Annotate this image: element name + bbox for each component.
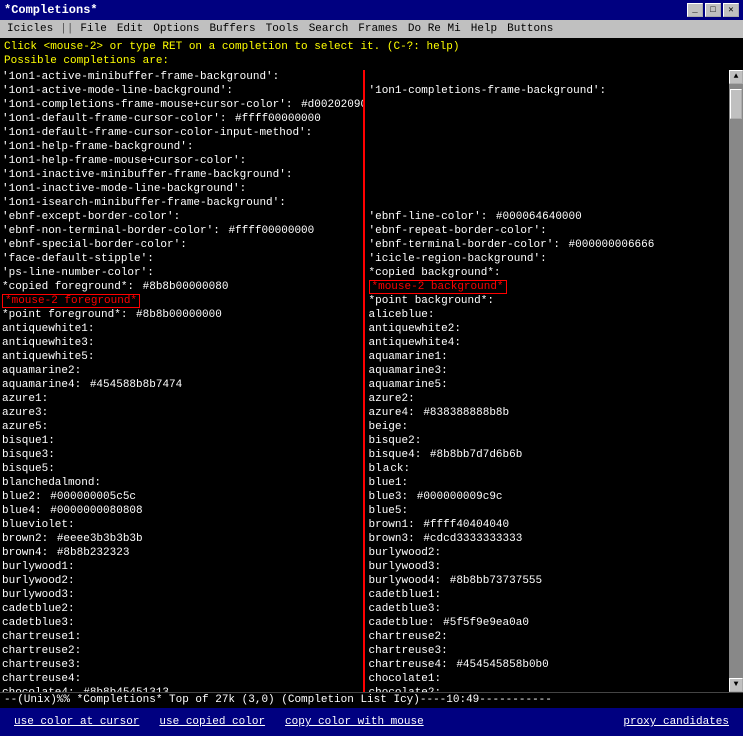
- row-30: blanchedalmond: #ffffebedb5b5cd blue1:: [2, 476, 727, 490]
- info-section: Click <mouse-2> or type RET on a complet…: [0, 38, 743, 70]
- info-line1: Click <mouse-2> or type RET on a complet…: [4, 40, 739, 54]
- main-area: '1on1-active-minibuffer-frame-background…: [0, 70, 743, 692]
- row-33: blueviolet: #8a8a2b2be2e2 brown1: #ffff4…: [2, 518, 727, 532]
- row-21: antiquewhite5: #f5f5f5f5dcdc aquamarine1…: [2, 350, 727, 364]
- row-13: 'ebnf-special-border-color': 'ebnf-termi…: [2, 238, 727, 252]
- row-19: antiquewhite1: #ffffefefdbbdb antiquewhi…: [2, 322, 727, 336]
- row-37: burlywood2: #cdcdcdcd7a7a7a7 burlywood4:…: [2, 574, 727, 588]
- menu-file[interactable]: File: [75, 22, 111, 36]
- row-32: blue4: #0000000080808 blue5:: [2, 504, 727, 518]
- row-29: bisque5: #ffffe4e4c4c4 black:: [2, 462, 727, 476]
- action-use-copied-color[interactable]: use copied color: [149, 714, 275, 730]
- info-line2: Possible completions are:: [4, 54, 739, 68]
- row-23: aquamarine4: #454588b8b7474 aquamarine5:…: [2, 378, 727, 392]
- scroll-track[interactable]: [729, 84, 743, 678]
- row-22: aquamarine2: #76766666eeec6 aquamarine3:…: [2, 364, 727, 378]
- action-copy-color-with-mouse[interactable]: copy color with mouse: [275, 714, 434, 730]
- row-17: *mouse-2 foreground* *point background*:…: [2, 294, 727, 308]
- row-15: 'ps-line-number-color': *copied backgrou…: [2, 266, 727, 280]
- row-11: 'ebnf-except-border-color': 'ebnf-line-c…: [2, 210, 727, 224]
- row-10: '1on1-isearch-minibuffer-frame-backgroun…: [2, 196, 727, 210]
- minimize-button[interactable]: _: [687, 3, 703, 17]
- row-40: cadetblue3: #535353868868b8b cadetblue: …: [2, 616, 727, 630]
- row-18: *point foreground*: #8b8b00000000 aliceb…: [2, 308, 727, 322]
- menu-options[interactable]: Options: [148, 22, 204, 36]
- maximize-button[interactable]: □: [705, 3, 721, 17]
- completions-content: '1on1-active-minibuffer-frame-background…: [0, 70, 729, 692]
- close-button[interactable]: ✕: [723, 3, 739, 17]
- row-5: '1on1-default-frame-cursor-color-input-m…: [2, 126, 727, 140]
- row-7: '1on1-help-frame-mouse+cursor-color': #8…: [2, 154, 727, 168]
- row-2: '1on1-active-mode-line-background': #eee…: [2, 84, 727, 98]
- scroll-up-arrow[interactable]: ▲: [729, 70, 743, 84]
- row-35: brown4: #8b8b232323 burlywood2: #eeeec5c…: [2, 546, 727, 560]
- row-8: '1on1-inactive-minibuffer-frame-backgrou…: [2, 168, 727, 182]
- row-1: '1on1-active-minibuffer-frame-background…: [2, 70, 727, 84]
- action-use-color-at-cursor[interactable]: use color at cursor: [4, 714, 149, 730]
- action-proxy-candidates[interactable]: proxy candidates: [613, 714, 739, 730]
- row-39: cadetblue2: #8e8ee5e5eeee cadetblue3: #7…: [2, 602, 727, 616]
- menu-bar: Icicles || File Edit Options Buffers Too…: [0, 20, 743, 38]
- status-text: --(Unix)%% *Completions* Top of 27k (3,0…: [4, 694, 552, 706]
- menu-sep1: ||: [58, 23, 75, 35]
- scroll-thumb[interactable]: [730, 89, 742, 119]
- row-43: chartreuse3: #6666cdcd0000 chartreuse4: …: [2, 658, 727, 672]
- row-31: blue2: #000000005c5c blue3: #000000009c9…: [2, 490, 727, 504]
- title-bar: *Completions* _ □ ✕: [0, 0, 743, 20]
- row-16: *copied foreground*: #8b8b00000080 *mous…: [2, 280, 727, 294]
- row-28: bisque3: #cdcdcdcd79e9e bisque4: #8b8bb7…: [2, 448, 727, 462]
- menu-edit[interactable]: Edit: [112, 22, 148, 36]
- menu-help[interactable]: Help: [466, 22, 502, 36]
- row-34: brown2: #eeee3b3b3b3b brown3: #cdcd33333…: [2, 532, 727, 546]
- title-text: *Completions*: [4, 3, 98, 17]
- row-41: chartreuse1: #7f7fffff0000 chartreuse2: …: [2, 630, 727, 644]
- action-bar: use color at cursor use copied color cop…: [0, 708, 743, 736]
- status-bar: --(Unix)%% *Completions* Top of 27k (3,0…: [0, 692, 743, 708]
- row-12: 'ebnf-non-terminal-border-color': #ffff0…: [2, 224, 727, 238]
- menu-frames[interactable]: Frames: [353, 22, 403, 36]
- row-36: burlywood1: #ffffd3d39b9b burlywood3: #8…: [2, 560, 727, 574]
- row-24: azure1: #f0f0ffffffffff azure2: #e0e0eee…: [2, 392, 727, 406]
- scroll-down-arrow[interactable]: ▼: [729, 678, 743, 692]
- scrollbar[interactable]: ▲ ▼: [729, 70, 743, 692]
- row-44: chartreuse4: #7f7ffff0000 chocolate1: #f…: [2, 672, 727, 686]
- row-3: '1on1-completions-frame-mouse+cursor-col…: [2, 98, 727, 112]
- menu-tools[interactable]: Tools: [261, 22, 304, 36]
- row-6: '1on1-help-frame-background': #d8d8bfbfd…: [2, 140, 727, 154]
- row-38: burlywood3: #dededeb8b87474 cadetblue1: …: [2, 588, 727, 602]
- row-9: '1on1-inactive-mode-line-background': #d…: [2, 182, 727, 196]
- row-26: azure5: #f0f0ffffffffff beige: #f5f5f5f5…: [2, 420, 727, 434]
- row-42: chartreuse2: #66666cdcd0000 chartreuse3:…: [2, 644, 727, 658]
- window-controls: _ □ ✕: [687, 3, 739, 17]
- row-14: 'face-default-stipple': 'icicle-region-b…: [2, 252, 727, 266]
- row-4: '1on1-default-frame-cursor-color': #ffff…: [2, 112, 727, 126]
- menu-search[interactable]: Search: [304, 22, 354, 36]
- menu-doremi[interactable]: Do Re Mi: [403, 22, 466, 36]
- row-20: antiquewhite3: #cdcdcdcd0b0b0 antiquewhi…: [2, 336, 727, 350]
- menu-buttons[interactable]: Buttons: [502, 22, 558, 36]
- row-27: bisque1: #ffffe4e4c4c4 bisque2: #eeeedd5…: [2, 434, 727, 448]
- menu-icicles[interactable]: Icicles: [2, 22, 58, 36]
- menu-buffers[interactable]: Buffers: [204, 22, 260, 36]
- row-25: azure3: #c1c1cdcdcdcd azure4: #838388888…: [2, 406, 727, 420]
